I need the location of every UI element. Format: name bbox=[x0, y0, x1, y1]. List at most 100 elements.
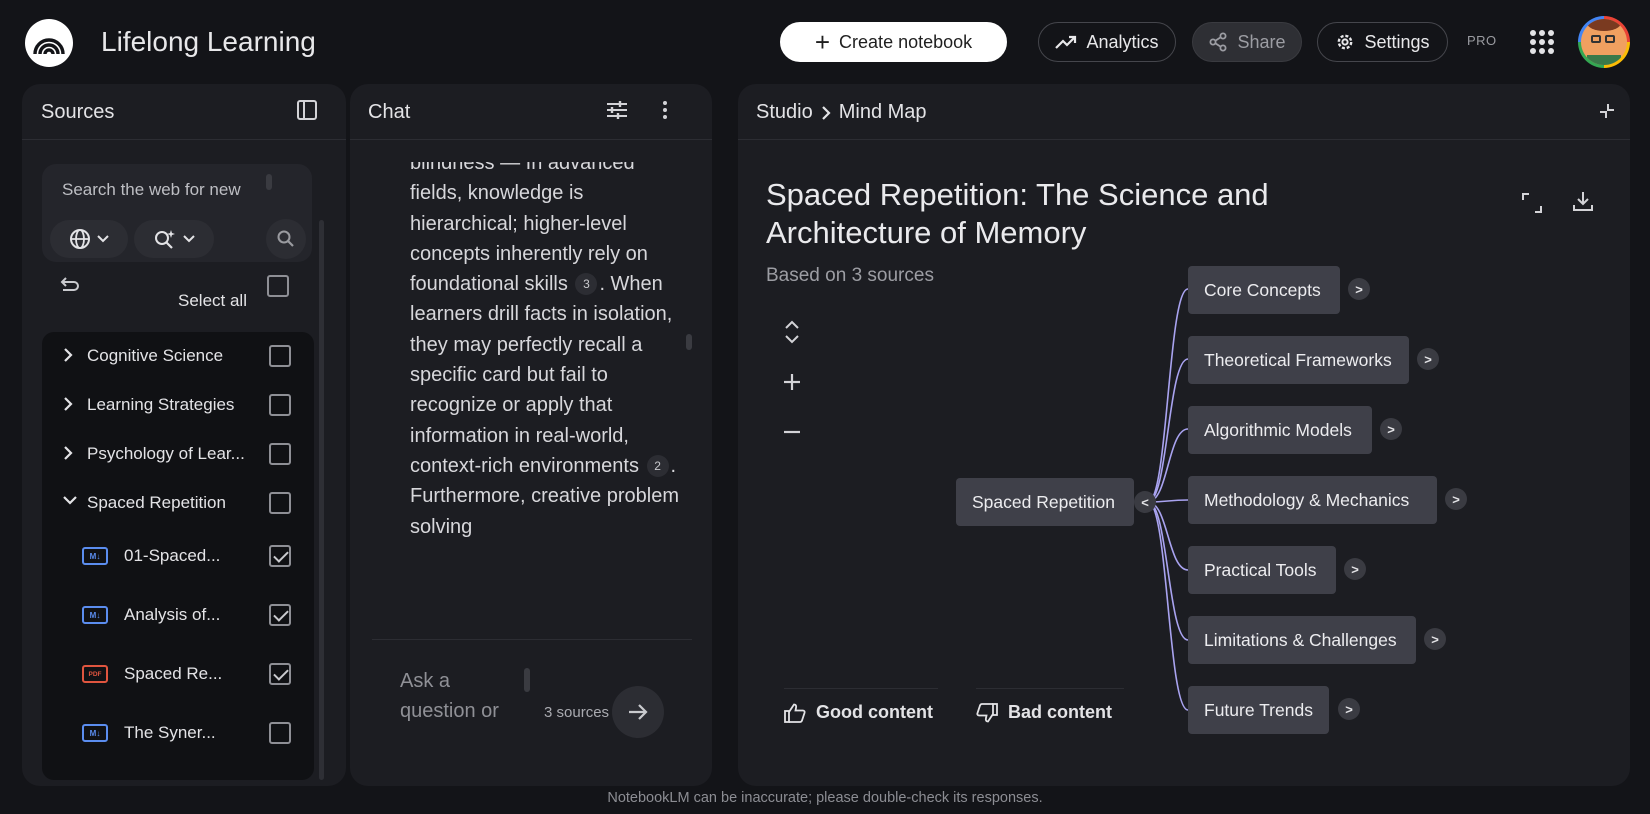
source-row[interactable]: M↓ The Syner... bbox=[42, 709, 314, 757]
settings-label: Settings bbox=[1364, 31, 1430, 52]
mind-map-node[interactable]: Algorithmic Models bbox=[1188, 406, 1372, 454]
folder-checkbox[interactable] bbox=[269, 345, 291, 367]
source-row[interactable]: M↓ Analysis of... bbox=[42, 591, 314, 639]
gear-icon bbox=[1338, 34, 1353, 50]
source-type-dropdown[interactable] bbox=[50, 220, 128, 258]
connector bbox=[1147, 288, 1189, 503]
folder-label: Spaced Repetition bbox=[87, 493, 226, 512]
folder-row-cognitive-science[interactable]: Cognitive Science bbox=[42, 332, 314, 380]
search-icon bbox=[277, 230, 294, 247]
restore-icon[interactable] bbox=[58, 276, 80, 296]
chevron-right-icon bbox=[64, 446, 73, 460]
more-vert-icon[interactable] bbox=[660, 100, 670, 120]
source-row[interactable]: M↓ 01-Spaced... bbox=[42, 532, 314, 580]
logo-icon bbox=[33, 38, 65, 55]
sources-scrollbar[interactable] bbox=[319, 220, 324, 780]
source-checkbox[interactable] bbox=[269, 722, 291, 744]
citation-badge[interactable]: 2 bbox=[646, 454, 669, 477]
source-checkbox[interactable] bbox=[269, 545, 291, 567]
folder-label: Cognitive Science bbox=[87, 346, 224, 365]
folder-row-spaced-repetition[interactable]: Spaced Repetition bbox=[42, 479, 314, 527]
folder-checkbox[interactable] bbox=[269, 394, 291, 416]
chat-message-text: blindness — In advanced fields, knowledg… bbox=[410, 162, 690, 542]
pdf-file-icon: PDF bbox=[82, 665, 108, 683]
folder-label: Psychology of Lear... bbox=[87, 444, 245, 463]
bad-content-button[interactable]: Bad content bbox=[976, 688, 1124, 736]
expand-node-toggle[interactable]: > bbox=[1380, 418, 1402, 440]
notebook-title[interactable]: Lifelong Learning bbox=[101, 26, 316, 58]
mind-map-root-node[interactable]: Spaced Repetition bbox=[956, 478, 1134, 526]
mind-map-node[interactable]: Methodology & Mechanics bbox=[1188, 476, 1437, 524]
connector bbox=[1147, 501, 1189, 571]
expand-node-toggle[interactable]: > bbox=[1424, 628, 1446, 650]
source-row[interactable]: PDF Spaced Re... bbox=[42, 650, 314, 698]
notebooklm-logo[interactable] bbox=[25, 19, 73, 67]
folder-row-psychology[interactable]: Psychology of Lear... bbox=[42, 430, 314, 478]
chat-input[interactable]: Ask a question or bbox=[400, 666, 520, 726]
citation-badge[interactable]: 3 bbox=[575, 273, 598, 296]
mind-map-node[interactable]: Core Concepts bbox=[1188, 266, 1340, 314]
expand-node-toggle[interactable]: > bbox=[1344, 558, 1366, 580]
share-label: Share bbox=[1237, 31, 1286, 52]
folder-checkbox[interactable] bbox=[269, 492, 291, 514]
create-notebook-label: Create notebook bbox=[839, 31, 973, 52]
source-label: 01-Spaced... bbox=[124, 546, 221, 565]
share-icon bbox=[1209, 32, 1227, 52]
good-content-label: Good content bbox=[816, 702, 933, 722]
connector bbox=[1147, 358, 1189, 503]
chat-text-partial: blindness bbox=[410, 162, 495, 174]
source-checkbox[interactable] bbox=[269, 604, 291, 626]
thumbs-down-icon bbox=[976, 702, 998, 722]
analytics-button[interactable]: Analytics bbox=[1038, 22, 1176, 62]
folder-row-learning-strategies[interactable]: Learning Strategies bbox=[42, 381, 314, 429]
markdown-file-icon: M↓ bbox=[82, 547, 108, 565]
search-submit-button[interactable] bbox=[266, 219, 306, 259]
thumbs-up-icon bbox=[784, 703, 806, 723]
expand-node-toggle[interactable]: > bbox=[1348, 278, 1370, 300]
chat-title: Chat bbox=[368, 101, 411, 123]
source-label: The Syner... bbox=[124, 723, 216, 742]
search-input[interactable]: Search the web for new bbox=[62, 180, 241, 200]
mind-map-node[interactable]: Future Trends bbox=[1188, 686, 1329, 734]
settings-button[interactable]: Settings bbox=[1317, 22, 1448, 62]
folder-checkbox[interactable] bbox=[269, 443, 291, 465]
mind-map-node[interactable]: Theoretical Frameworks bbox=[1188, 336, 1409, 384]
avatar[interactable] bbox=[1578, 16, 1630, 68]
mind-map-connectors bbox=[1147, 288, 1189, 711]
input-scrollbar[interactable] bbox=[524, 668, 530, 692]
research-mode-dropdown[interactable] bbox=[134, 220, 214, 258]
apps-grid-icon[interactable] bbox=[1530, 30, 1554, 54]
mind-map-node[interactable]: Practical Tools bbox=[1188, 546, 1336, 594]
chat-scrollbar[interactable] bbox=[686, 334, 692, 350]
chevron-down-icon bbox=[63, 496, 77, 505]
plus-icon: + bbox=[814, 27, 831, 57]
sources-divider bbox=[22, 139, 346, 140]
arrow-right-icon bbox=[629, 704, 648, 720]
chevron-down-icon bbox=[183, 235, 195, 243]
good-content-button[interactable]: Good content bbox=[784, 688, 938, 736]
search-scrollbar[interactable] bbox=[266, 174, 272, 190]
sources-count: 3 sources bbox=[544, 704, 610, 721]
connector bbox=[1147, 428, 1189, 503]
avatar-image bbox=[1581, 19, 1627, 65]
collapse-node-toggle[interactable]: < bbox=[1134, 491, 1156, 513]
web-search-box: Search the web for new bbox=[42, 164, 312, 262]
source-label: Spaced Re... bbox=[124, 664, 223, 683]
collapse-panel-icon[interactable] bbox=[296, 99, 318, 121]
expand-node-toggle[interactable]: > bbox=[1417, 348, 1439, 370]
create-notebook-button[interactable]: + Create notebook bbox=[780, 22, 1007, 62]
markdown-file-icon: M↓ bbox=[82, 606, 108, 624]
chevron-right-icon bbox=[64, 348, 73, 362]
pro-badge: PRO bbox=[1467, 33, 1497, 48]
expand-node-toggle[interactable]: > bbox=[1445, 488, 1467, 510]
send-button[interactable] bbox=[612, 686, 664, 738]
source-checkbox[interactable] bbox=[269, 663, 291, 685]
select-all-checkbox[interactable] bbox=[267, 275, 289, 297]
chat-text-2: . When learners drill facts in isolation… bbox=[410, 273, 673, 477]
tune-icon[interactable] bbox=[606, 100, 628, 120]
globe-icon bbox=[70, 229, 90, 249]
expand-node-toggle[interactable]: > bbox=[1338, 698, 1360, 720]
mind-map-node[interactable]: Limitations & Challenges bbox=[1188, 616, 1416, 664]
search-sparkle-icon bbox=[155, 230, 175, 249]
share-button[interactable]: Share bbox=[1192, 22, 1302, 62]
